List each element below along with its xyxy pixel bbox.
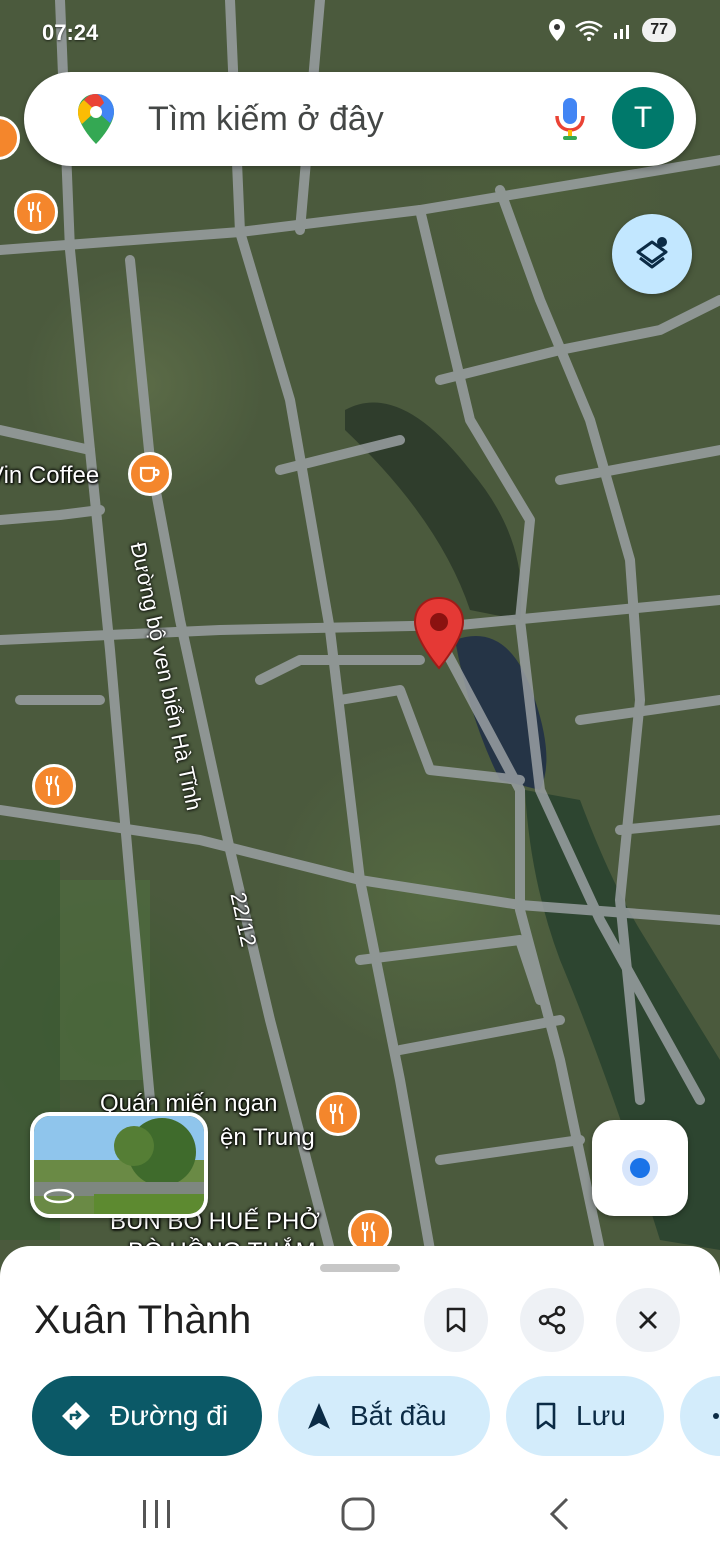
status-bar: 07:24 77 — [0, 0, 720, 66]
coffee-icon — [128, 452, 172, 496]
bookmark-icon — [446, 1307, 466, 1333]
system-navigation-bar — [0, 1470, 720, 1560]
account-avatar[interactable]: T — [612, 87, 674, 149]
place-title: Xuân Thành — [34, 1298, 252, 1342]
share-button[interactable] — [520, 1288, 584, 1352]
navigation-arrow-icon — [306, 1401, 332, 1431]
road-network — [0, 0, 720, 1255]
search-bar[interactable]: Tìm kiếm ở đây T — [24, 72, 696, 166]
wifi-icon — [575, 20, 603, 41]
back-icon[interactable] — [546, 1496, 572, 1532]
start-navigation-button[interactable]: Bắt đầu — [278, 1376, 490, 1456]
start-label: Bắt đầu — [350, 1400, 447, 1431]
directions-button[interactable]: Đường đi — [32, 1376, 262, 1456]
status-icons: 77 — [548, 18, 676, 42]
recent-apps-icon[interactable] — [140, 1498, 174, 1530]
search-input[interactable]: Tìm kiếm ở đây — [148, 100, 384, 139]
satellite-map[interactable]: Vin Coffee Đường bộ ven biển Hà Tĩnh 22/… — [0, 0, 720, 1280]
red-location-pin-icon[interactable] — [412, 596, 466, 670]
bookmark-icon — [534, 1401, 558, 1431]
share-icon — [538, 1305, 566, 1335]
restaurant-icon — [316, 1092, 360, 1136]
microphone-icon[interactable] — [548, 94, 592, 144]
home-icon[interactable] — [340, 1496, 376, 1532]
poi-coffee-label: Vin Coffee — [0, 462, 100, 489]
save-chip-button[interactable]: Lưu — [506, 1376, 664, 1456]
battery-indicator: 77 — [642, 18, 676, 42]
poi-mien-label-2: ện Trung — [220, 1124, 315, 1151]
share-icon — [713, 1413, 719, 1419]
restaurant-icon — [14, 190, 58, 234]
close-button[interactable] — [616, 1288, 680, 1352]
layers-icon — [636, 237, 668, 269]
drag-handle[interactable] — [320, 1264, 400, 1272]
restaurant-icon — [32, 764, 76, 808]
save-place-button[interactable] — [424, 1288, 488, 1352]
share-chip-button[interactable] — [680, 1376, 720, 1456]
360-view-icon — [43, 1188, 75, 1204]
layers-button[interactable] — [612, 214, 692, 294]
location-status-icon — [549, 19, 566, 41]
street-view-thumbnail[interactable] — [30, 1112, 208, 1218]
my-location-icon — [622, 1150, 658, 1186]
directions-label: Đường đi — [110, 1400, 229, 1431]
close-icon — [639, 1311, 657, 1329]
directions-icon — [60, 1400, 92, 1432]
status-time: 07:24 — [42, 20, 99, 45]
signal-icon — [614, 25, 630, 39]
google-maps-logo-icon — [78, 94, 114, 144]
my-location-button[interactable] — [592, 1120, 688, 1216]
save-label: Lưu — [576, 1400, 626, 1431]
